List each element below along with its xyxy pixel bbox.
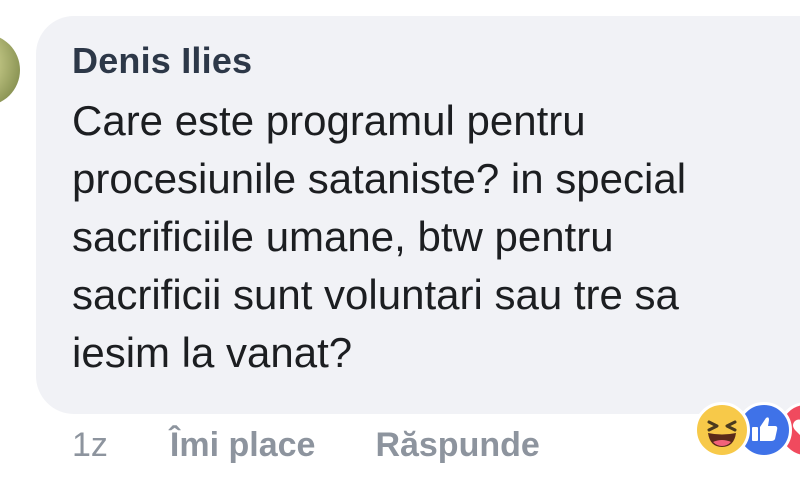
reply-button[interactable]: Răspunde <box>375 426 539 465</box>
comment-text-line: sacrificiile umane, btw pentru <box>72 213 614 260</box>
comment-timestamp[interactable]: 1z <box>72 426 108 465</box>
comment-text-line: sacrificii sunt voluntari sau tre sa <box>72 271 679 318</box>
comment-text-line: procesiunile sataniste? in special <box>72 155 687 202</box>
reaction-summary[interactable] <box>694 402 800 458</box>
haha-icon <box>694 402 750 458</box>
avatar[interactable] <box>0 34 20 106</box>
comment-author[interactable]: Denis Ilies <box>72 40 252 82</box>
like-button[interactable]: Îmi place <box>170 426 316 465</box>
comment-text: Care este programul pentru procesiunile … <box>72 92 784 382</box>
comment-text-line: iesim la vanat? <box>72 329 353 376</box>
comment-text-line: Care este programul pentru <box>72 97 586 144</box>
comment-actions: 1z Îmi place Răspunde <box>72 420 540 470</box>
comment-thread: Denis Ilies Care este programul pentru p… <box>0 0 800 501</box>
